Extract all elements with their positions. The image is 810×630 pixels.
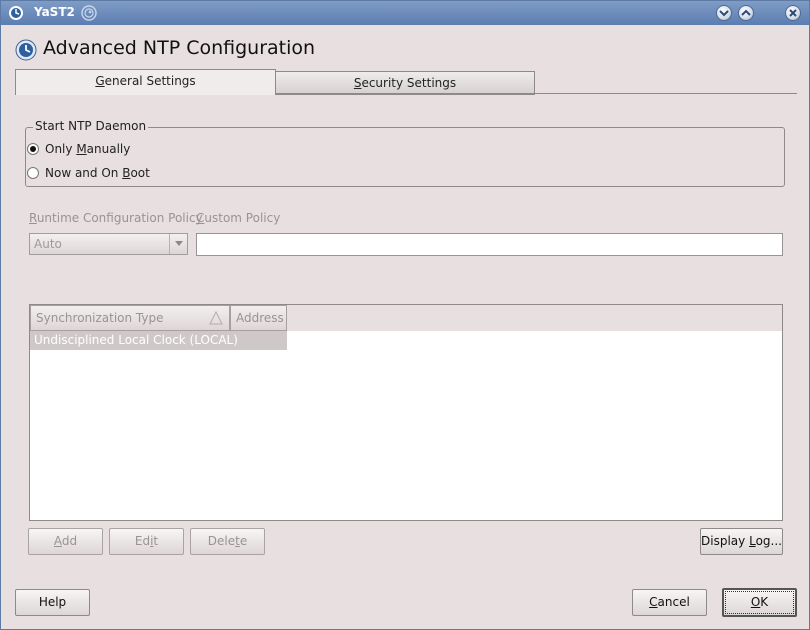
custom-policy-label: Custom Policy xyxy=(196,211,281,225)
close-button[interactable] xyxy=(785,5,801,21)
page-title: Advanced NTP Configuration xyxy=(43,37,316,59)
add-button[interactable]: Add xyxy=(28,528,103,555)
runtime-policy-combobox[interactable]: Auto xyxy=(29,233,188,255)
column-header-label: Address xyxy=(236,311,284,325)
minimize-button[interactable] xyxy=(716,5,732,21)
swirl-logo-icon xyxy=(81,5,97,21)
radio-button-checked[interactable] xyxy=(27,143,39,155)
radio-label: Now and On Boot xyxy=(45,166,150,180)
tab-label: eneral Settings xyxy=(104,74,196,88)
yast-app-icon xyxy=(9,6,23,20)
sort-ascending-icon xyxy=(209,311,223,325)
radio-label: Only Manually xyxy=(45,142,131,156)
dropdown-arrow-icon[interactable] xyxy=(169,234,187,254)
ntp-clock-icon xyxy=(15,39,37,61)
tab-label-mnemonic: G xyxy=(95,74,105,88)
radio-button[interactable] xyxy=(27,167,39,179)
runtime-policy-label: Runtime Configuration Policy xyxy=(29,211,203,225)
column-header-address[interactable]: Address xyxy=(230,305,287,331)
tab-security-settings[interactable]: Security Settings xyxy=(275,71,535,95)
edit-button[interactable]: Edit xyxy=(109,528,184,555)
radio-only-manually[interactable]: Only Manually xyxy=(27,140,130,158)
table-row[interactable]: Undisciplined Local Clock (LOCAL) xyxy=(30,331,287,350)
start-daemon-legend: Start NTP Daemon xyxy=(33,119,149,133)
titlebar[interactable]: YaST2 xyxy=(1,1,809,25)
delete-button[interactable]: Delete xyxy=(190,528,265,555)
tab-label: ecurity Settings xyxy=(361,76,457,90)
close-icon xyxy=(789,9,797,17)
custom-policy-input[interactable] xyxy=(196,233,783,256)
maximize-button[interactable] xyxy=(738,5,754,21)
display-log-button[interactable]: Display Log... xyxy=(700,528,783,555)
ok-button[interactable]: OK xyxy=(722,588,797,617)
table-cell-type: Undisciplined Local Clock (LOCAL) xyxy=(34,333,238,347)
sync-table[interactable]: Synchronization Type Address Undisciplin… xyxy=(29,304,783,521)
radio-now-and-on-boot[interactable]: Now and On Boot xyxy=(27,164,150,182)
window-title: YaST2 xyxy=(34,5,75,19)
tab-general-settings[interactable]: General Settings xyxy=(15,69,276,95)
column-header-sync-type[interactable]: Synchronization Type xyxy=(30,305,230,331)
column-header-label: Synchronization Type xyxy=(36,311,164,325)
chevron-up-icon xyxy=(741,9,751,16)
cancel-button[interactable]: Cancel xyxy=(632,589,707,616)
chevron-down-icon xyxy=(719,10,729,17)
combobox-value: Auto xyxy=(34,237,62,251)
help-button[interactable]: Help xyxy=(15,589,90,616)
yast-window: YaST2 Advanced NTP Configuration General… xyxy=(0,0,810,630)
